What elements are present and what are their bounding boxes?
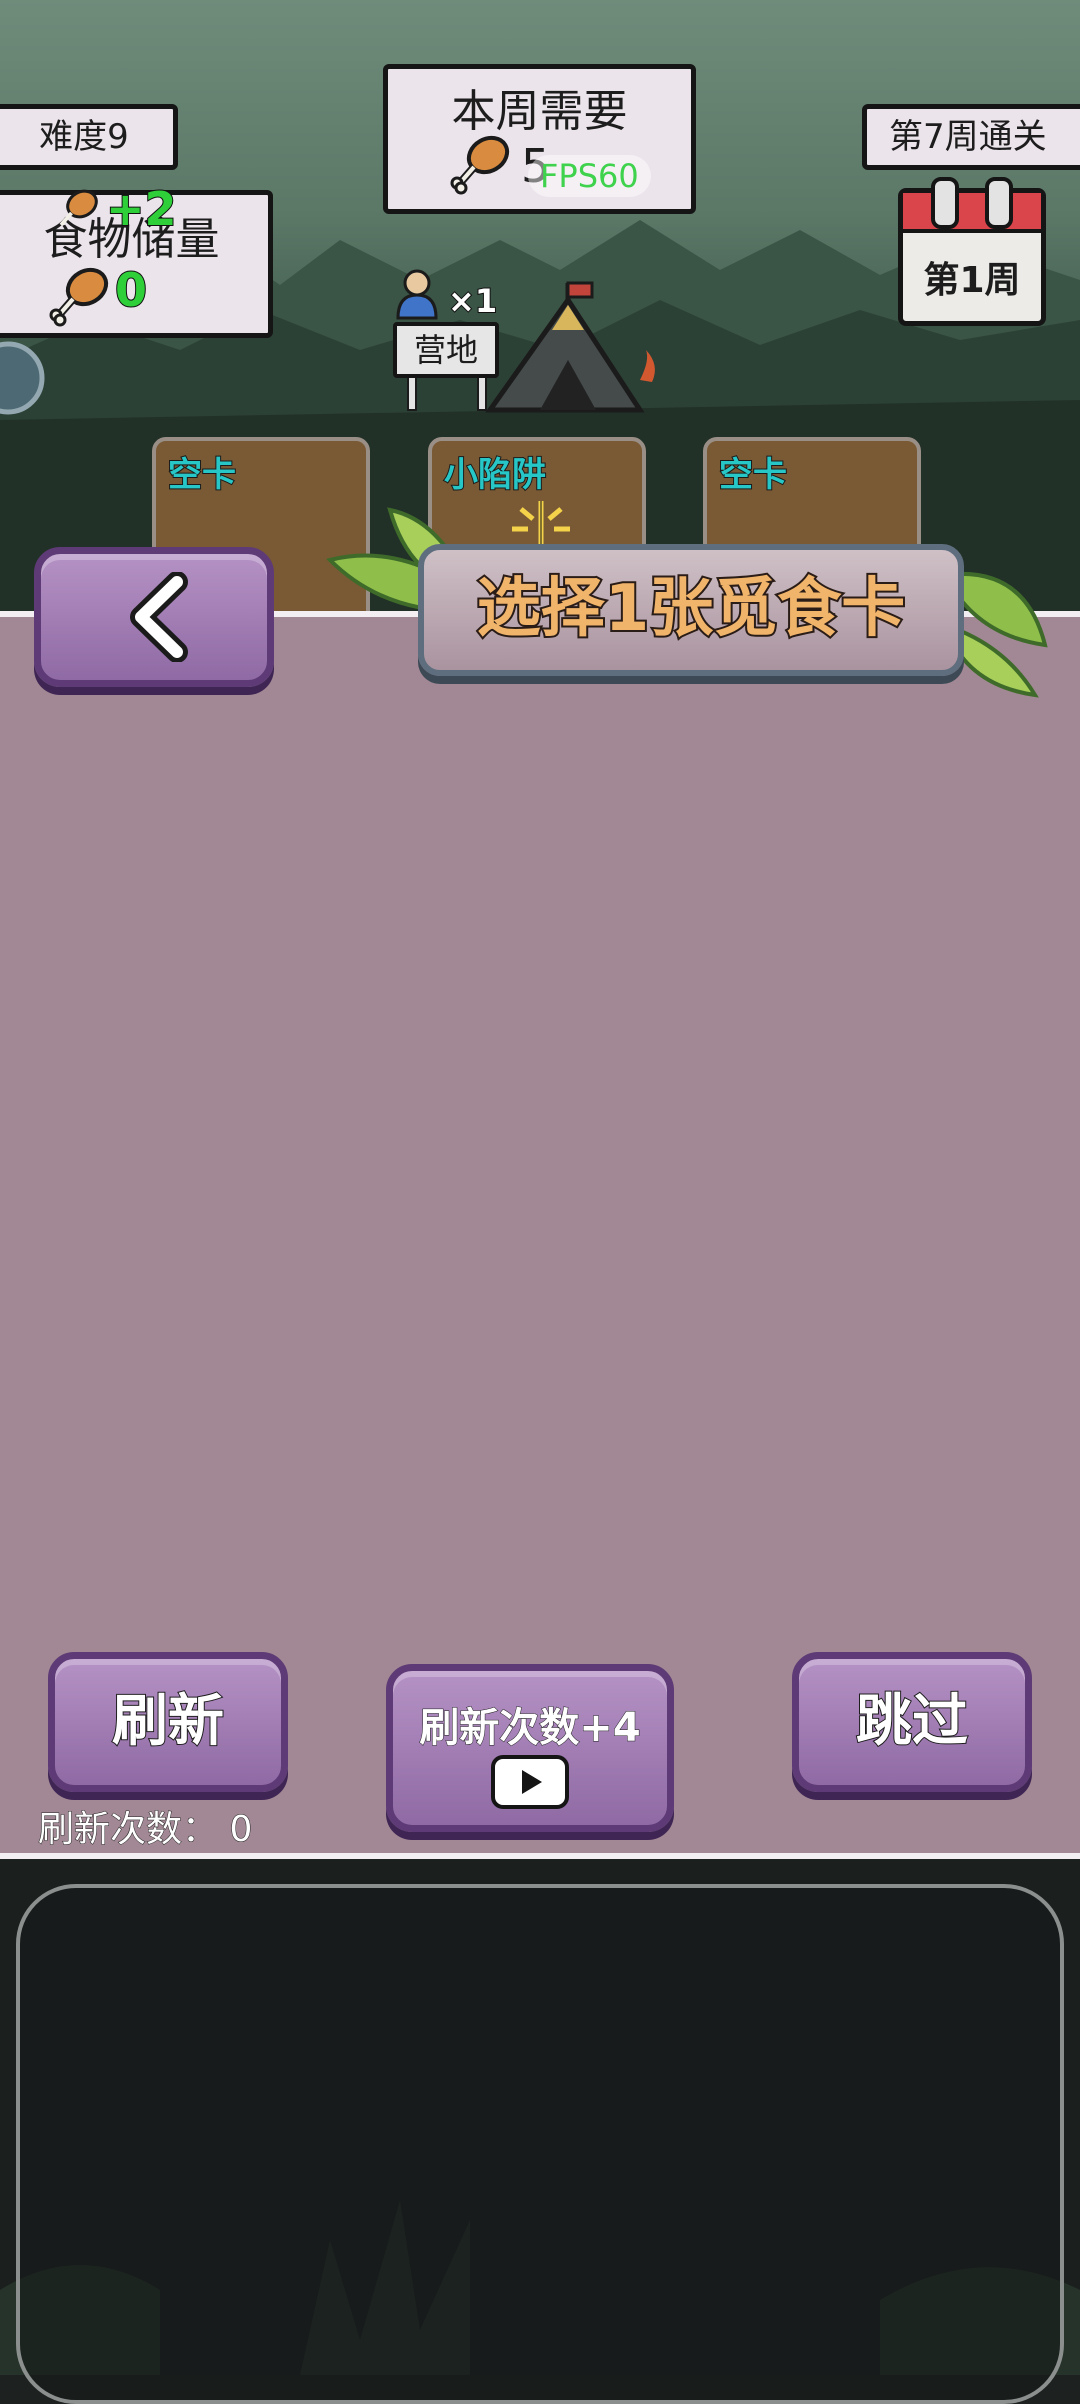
- refresh-plus-label: 刷新次数+4: [419, 1705, 641, 1752]
- card-title: 空卡: [718, 454, 788, 496]
- overlay-bottom-divider: [0, 1853, 1080, 1859]
- week-clear-panel: 第7周通关: [862, 104, 1080, 170]
- drumstick-icon: [450, 135, 510, 195]
- week-need-panel: 本周需要 5 FPS60: [383, 64, 696, 214]
- refresh-count-label: 刷新次数： 0: [37, 1809, 253, 1851]
- camp-label: 营地: [413, 331, 478, 369]
- skip-button[interactable]: 跳过: [792, 1652, 1032, 1792]
- food-storage-value: 0: [114, 262, 148, 318]
- trap-icon: [512, 501, 570, 551]
- back-button[interactable]: [34, 547, 274, 687]
- calendar-icon: 第1周: [898, 177, 1046, 326]
- week-clear-label: 第7周通关: [889, 117, 1047, 157]
- camp-sign: 营地: [393, 322, 499, 378]
- card-title: 小陷阱: [443, 454, 547, 496]
- week-need-title: 本周需要: [451, 86, 628, 137]
- refresh-button[interactable]: 刷新: [48, 1652, 288, 1792]
- food-gain-popup: +2: [105, 181, 178, 237]
- play-icon: [491, 1755, 569, 1809]
- skip-label: 跳过: [855, 1688, 969, 1755]
- card-title: 空卡: [167, 454, 237, 496]
- banner-title: 选择1张觅食卡: [475, 570, 908, 648]
- refresh-label: 刷新: [111, 1688, 225, 1755]
- difficulty-label: 难度9: [39, 117, 129, 157]
- refresh-plus-ad-button[interactable]: 刷新次数+4: [386, 1664, 674, 1832]
- camp-people-count: ×1: [447, 281, 498, 321]
- title-banner: 选择1张觅食卡: [418, 544, 964, 676]
- difficulty-panel: 难度9: [0, 104, 178, 170]
- hand-card-tray: [16, 1884, 1064, 2404]
- drumstick-icon: [49, 267, 109, 327]
- fps-counter: FPS60: [528, 155, 651, 197]
- drumstick-icon: [59, 189, 98, 227]
- back-arrow-icon: [130, 572, 188, 662]
- calendar-week-label: 第1周: [923, 260, 1021, 301]
